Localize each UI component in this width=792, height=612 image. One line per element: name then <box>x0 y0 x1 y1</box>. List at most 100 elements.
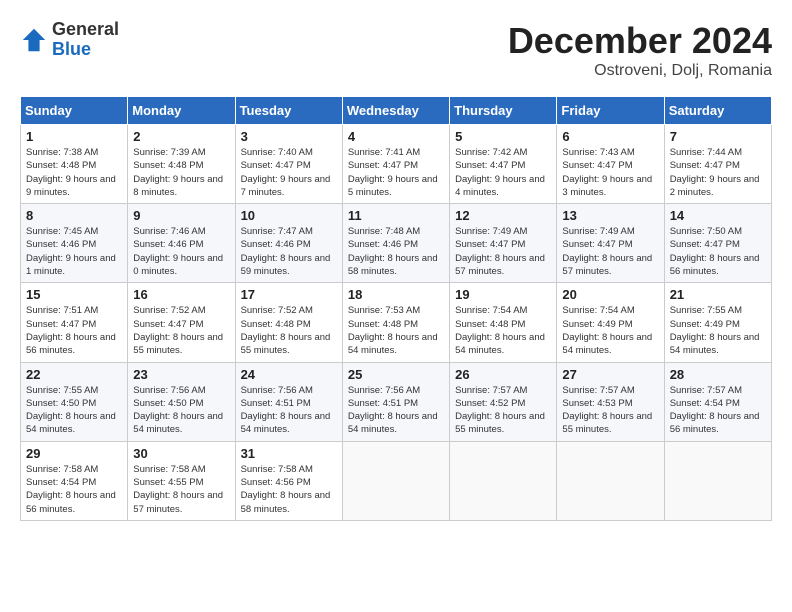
calendar-cell: 3 Sunrise: 7:40 AM Sunset: 4:47 PM Dayli… <box>235 125 342 204</box>
calendar-cell: 28 Sunrise: 7:57 AM Sunset: 4:54 PM Dayl… <box>664 362 771 441</box>
calendar-cell: 19 Sunrise: 7:54 AM Sunset: 4:48 PM Dayl… <box>450 283 557 362</box>
cell-content: Sunrise: 7:47 AM Sunset: 4:46 PM Dayligh… <box>241 225 337 278</box>
calendar-cell: 16 Sunrise: 7:52 AM Sunset: 4:47 PM Dayl… <box>128 283 235 362</box>
calendar-cell: 6 Sunrise: 7:43 AM Sunset: 4:47 PM Dayli… <box>557 125 664 204</box>
calendar-cell: 21 Sunrise: 7:55 AM Sunset: 4:49 PM Dayl… <box>664 283 771 362</box>
calendar-cell: 20 Sunrise: 7:54 AM Sunset: 4:49 PM Dayl… <box>557 283 664 362</box>
weekday-header: Friday <box>557 97 664 125</box>
calendar-cell: 22 Sunrise: 7:55 AM Sunset: 4:50 PM Dayl… <box>21 362 128 441</box>
cell-content: Sunrise: 7:40 AM Sunset: 4:47 PM Dayligh… <box>241 146 337 199</box>
cell-content: Sunrise: 7:54 AM Sunset: 4:48 PM Dayligh… <box>455 304 551 357</box>
cell-content: Sunrise: 7:44 AM Sunset: 4:47 PM Dayligh… <box>670 146 766 199</box>
logo-text: General Blue <box>52 20 119 60</box>
cell-content: Sunrise: 7:45 AM Sunset: 4:46 PM Dayligh… <box>26 225 122 278</box>
cell-content: Sunrise: 7:52 AM Sunset: 4:48 PM Dayligh… <box>241 304 337 357</box>
day-number: 25 <box>348 367 444 382</box>
calendar-cell: 27 Sunrise: 7:57 AM Sunset: 4:53 PM Dayl… <box>557 362 664 441</box>
cell-content: Sunrise: 7:52 AM Sunset: 4:47 PM Dayligh… <box>133 304 229 357</box>
calendar-cell: 11 Sunrise: 7:48 AM Sunset: 4:46 PM Dayl… <box>342 204 449 283</box>
cell-content: Sunrise: 7:55 AM Sunset: 4:50 PM Dayligh… <box>26 384 122 437</box>
day-number: 8 <box>26 208 122 223</box>
day-number: 26 <box>455 367 551 382</box>
cell-content: Sunrise: 7:48 AM Sunset: 4:46 PM Dayligh… <box>348 225 444 278</box>
cell-content: Sunrise: 7:39 AM Sunset: 4:48 PM Dayligh… <box>133 146 229 199</box>
logo-general: General <box>52 20 119 40</box>
cell-content: Sunrise: 7:41 AM Sunset: 4:47 PM Dayligh… <box>348 146 444 199</box>
calendar-cell: 26 Sunrise: 7:57 AM Sunset: 4:52 PM Dayl… <box>450 362 557 441</box>
day-number: 12 <box>455 208 551 223</box>
day-number: 1 <box>26 129 122 144</box>
calendar-cell <box>450 441 557 520</box>
day-number: 16 <box>133 287 229 302</box>
day-number: 15 <box>26 287 122 302</box>
cell-content: Sunrise: 7:58 AM Sunset: 4:56 PM Dayligh… <box>241 463 337 516</box>
calendar-cell: 25 Sunrise: 7:56 AM Sunset: 4:51 PM Dayl… <box>342 362 449 441</box>
day-number: 29 <box>26 446 122 461</box>
day-number: 19 <box>455 287 551 302</box>
cell-content: Sunrise: 7:57 AM Sunset: 4:52 PM Dayligh… <box>455 384 551 437</box>
cell-content: Sunrise: 7:56 AM Sunset: 4:50 PM Dayligh… <box>133 384 229 437</box>
day-number: 28 <box>670 367 766 382</box>
calendar-cell <box>664 441 771 520</box>
calendar-week-row: 29 Sunrise: 7:58 AM Sunset: 4:54 PM Dayl… <box>21 441 772 520</box>
weekday-header: Tuesday <box>235 97 342 125</box>
cell-content: Sunrise: 7:56 AM Sunset: 4:51 PM Dayligh… <box>348 384 444 437</box>
day-number: 11 <box>348 208 444 223</box>
calendar-header-row: SundayMondayTuesdayWednesdayThursdayFrid… <box>21 97 772 125</box>
cell-content: Sunrise: 7:55 AM Sunset: 4:49 PM Dayligh… <box>670 304 766 357</box>
day-number: 13 <box>562 208 658 223</box>
calendar-cell: 1 Sunrise: 7:38 AM Sunset: 4:48 PM Dayli… <box>21 125 128 204</box>
cell-content: Sunrise: 7:43 AM Sunset: 4:47 PM Dayligh… <box>562 146 658 199</box>
calendar-cell <box>557 441 664 520</box>
calendar-cell: 29 Sunrise: 7:58 AM Sunset: 4:54 PM Dayl… <box>21 441 128 520</box>
calendar-week-row: 1 Sunrise: 7:38 AM Sunset: 4:48 PM Dayli… <box>21 125 772 204</box>
day-number: 3 <box>241 129 337 144</box>
weekday-header: Sunday <box>21 97 128 125</box>
day-number: 17 <box>241 287 337 302</box>
day-number: 4 <box>348 129 444 144</box>
cell-content: Sunrise: 7:49 AM Sunset: 4:47 PM Dayligh… <box>562 225 658 278</box>
day-number: 30 <box>133 446 229 461</box>
day-number: 23 <box>133 367 229 382</box>
calendar-cell: 10 Sunrise: 7:47 AM Sunset: 4:46 PM Dayl… <box>235 204 342 283</box>
day-number: 31 <box>241 446 337 461</box>
day-number: 2 <box>133 129 229 144</box>
cell-content: Sunrise: 7:58 AM Sunset: 4:54 PM Dayligh… <box>26 463 122 516</box>
calendar-cell: 2 Sunrise: 7:39 AM Sunset: 4:48 PM Dayli… <box>128 125 235 204</box>
title-block: December 2024 Ostroveni, Dolj, Romania <box>508 20 772 80</box>
day-number: 7 <box>670 129 766 144</box>
weekday-header: Saturday <box>664 97 771 125</box>
calendar-cell: 14 Sunrise: 7:50 AM Sunset: 4:47 PM Dayl… <box>664 204 771 283</box>
cell-content: Sunrise: 7:46 AM Sunset: 4:46 PM Dayligh… <box>133 225 229 278</box>
cell-content: Sunrise: 7:50 AM Sunset: 4:47 PM Dayligh… <box>670 225 766 278</box>
calendar-cell: 23 Sunrise: 7:56 AM Sunset: 4:50 PM Dayl… <box>128 362 235 441</box>
day-number: 27 <box>562 367 658 382</box>
calendar-cell: 9 Sunrise: 7:46 AM Sunset: 4:46 PM Dayli… <box>128 204 235 283</box>
cell-content: Sunrise: 7:56 AM Sunset: 4:51 PM Dayligh… <box>241 384 337 437</box>
calendar-week-row: 15 Sunrise: 7:51 AM Sunset: 4:47 PM Dayl… <box>21 283 772 362</box>
logo: General Blue <box>20 20 119 60</box>
cell-content: Sunrise: 7:42 AM Sunset: 4:47 PM Dayligh… <box>455 146 551 199</box>
day-number: 22 <box>26 367 122 382</box>
calendar-cell: 4 Sunrise: 7:41 AM Sunset: 4:47 PM Dayli… <box>342 125 449 204</box>
calendar-week-row: 8 Sunrise: 7:45 AM Sunset: 4:46 PM Dayli… <box>21 204 772 283</box>
calendar-cell: 24 Sunrise: 7:56 AM Sunset: 4:51 PM Dayl… <box>235 362 342 441</box>
calendar-cell: 12 Sunrise: 7:49 AM Sunset: 4:47 PM Dayl… <box>450 204 557 283</box>
page-header: General Blue December 2024 Ostroveni, Do… <box>20 20 772 80</box>
calendar-table: SundayMondayTuesdayWednesdayThursdayFrid… <box>20 96 772 521</box>
calendar-cell: 30 Sunrise: 7:58 AM Sunset: 4:55 PM Dayl… <box>128 441 235 520</box>
location: Ostroveni, Dolj, Romania <box>508 62 772 80</box>
cell-content: Sunrise: 7:57 AM Sunset: 4:53 PM Dayligh… <box>562 384 658 437</box>
logo-blue: Blue <box>52 40 119 60</box>
cell-content: Sunrise: 7:49 AM Sunset: 4:47 PM Dayligh… <box>455 225 551 278</box>
calendar-cell: 18 Sunrise: 7:53 AM Sunset: 4:48 PM Dayl… <box>342 283 449 362</box>
cell-content: Sunrise: 7:58 AM Sunset: 4:55 PM Dayligh… <box>133 463 229 516</box>
day-number: 9 <box>133 208 229 223</box>
day-number: 18 <box>348 287 444 302</box>
cell-content: Sunrise: 7:54 AM Sunset: 4:49 PM Dayligh… <box>562 304 658 357</box>
day-number: 20 <box>562 287 658 302</box>
cell-content: Sunrise: 7:57 AM Sunset: 4:54 PM Dayligh… <box>670 384 766 437</box>
weekday-header: Thursday <box>450 97 557 125</box>
day-number: 24 <box>241 367 337 382</box>
calendar-cell: 8 Sunrise: 7:45 AM Sunset: 4:46 PM Dayli… <box>21 204 128 283</box>
